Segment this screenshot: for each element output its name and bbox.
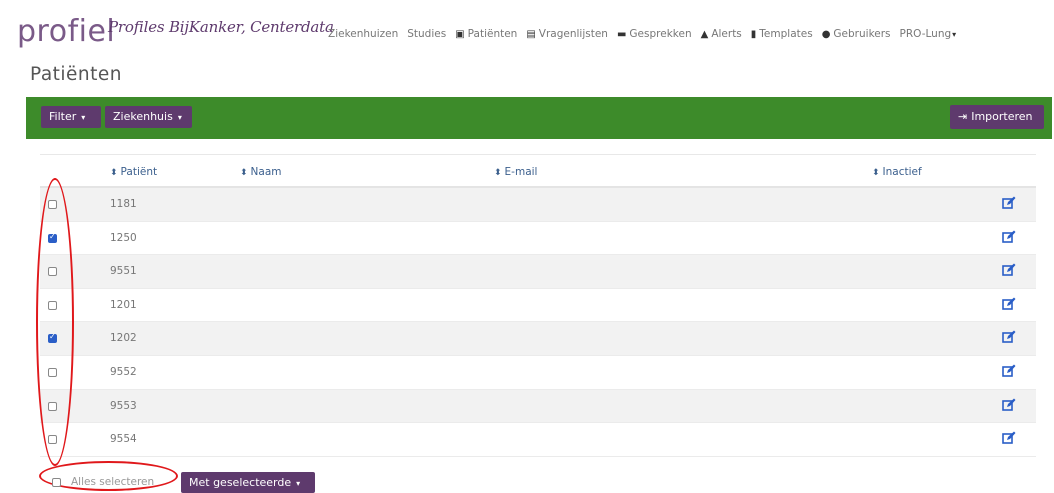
nav-label: Ziekenhuizen [328, 28, 399, 40]
user-icon: ● [821, 28, 831, 40]
row-checkbox[interactable] [48, 435, 57, 445]
table-row: 9551 [40, 255, 1036, 289]
column-label: Patiënt [120, 166, 158, 178]
table-row: 1202 [40, 322, 1036, 356]
table-row: 9553 [40, 389, 1036, 424]
patient-id: 9551 [110, 265, 137, 278]
main-nav: Ziekenhuizen Studies ▣ Patiënten ▤ Vragenl… [328, 28, 965, 40]
with-selected-dropdown[interactable]: Met geselecteerde ▾ [181, 472, 315, 493]
patient-id: 9554 [110, 433, 137, 446]
table-body: 1181 1250 9551 1201 1202 9552 9553 9554 [40, 188, 1036, 457]
nav-item-gesprekken[interactable]: ▬ Gesprekken [617, 28, 692, 40]
edit-icon[interactable] [1002, 230, 1016, 244]
table-row: 1181 [40, 188, 1036, 222]
nav-label: Studies [407, 28, 447, 40]
with-selected-label: Met geselecteerde [189, 476, 292, 489]
top-navigation: profiel Profiles BijKanker, Centerdata Z… [0, 0, 1054, 62]
select-all-checkbox[interactable]: Alles selecteren [52, 476, 154, 488]
row-checkbox[interactable] [48, 300, 57, 310]
select-all-label: Alles selecteren [71, 476, 155, 488]
hospital-dropdown[interactable]: Ziekenhuis ▾ [105, 106, 192, 128]
patient-icon: ▣ [455, 28, 465, 40]
logo-subtitle: Profiles BijKanker, Centerdata [108, 18, 334, 36]
table-row: 9552 [40, 356, 1036, 390]
column-label: Naam [250, 166, 282, 178]
row-checkbox[interactable] [48, 332, 57, 344]
page-title: Patiënten [30, 64, 123, 85]
row-checkbox[interactable] [48, 401, 57, 411]
edit-icon[interactable] [1002, 196, 1016, 210]
caret-down-icon: ▾ [177, 113, 182, 122]
nav-label: Vragenlijsten [538, 28, 608, 40]
caret-down-icon: ▾ [81, 113, 86, 122]
nav-item-project-menu[interactable]: PRO-Lung ▾ [900, 28, 957, 40]
nav-item-templates[interactable]: ▮ Templates [751, 28, 813, 40]
column-label: Inactief [882, 166, 922, 178]
sort-icon: ⬍ [494, 168, 502, 178]
nav-item-vragenlijsten[interactable]: ▤ Vragenlijsten [526, 28, 608, 40]
hospital-label: Ziekenhuis [113, 110, 173, 123]
nav-label: Patiënten [467, 28, 518, 40]
edit-icon[interactable] [1002, 364, 1016, 378]
row-checkbox[interactable] [48, 200, 57, 209]
nav-item-studies[interactable]: Studies [407, 28, 446, 40]
bell-icon: ▲ [700, 28, 709, 40]
sort-icon: ⬍ [872, 168, 880, 178]
row-checkbox[interactable] [48, 367, 57, 377]
nav-item-alerts[interactable]: ▲ Alerts [701, 28, 742, 40]
checkbox[interactable] [52, 477, 61, 487]
patient-id: 1250 [110, 231, 137, 244]
column-header-naam[interactable]: ⬍ Naam [240, 166, 282, 178]
table-row: 9554 [40, 423, 1036, 457]
nav-label: Gesprekken [629, 28, 692, 40]
logo[interactable]: profiel [17, 12, 115, 52]
patient-id: 1202 [110, 332, 137, 345]
nav-label: PRO-Lung [899, 28, 952, 40]
filter-label: Filter [49, 110, 77, 123]
row-checkbox[interactable] [48, 232, 57, 243]
column-header-patient[interactable]: ⬍ Patiënt [110, 166, 157, 178]
questionnaire-icon: ▤ [526, 28, 536, 40]
caret-down-icon: ▾ [296, 479, 301, 488]
nav-item-patienten[interactable]: ▣ Patiënten [455, 28, 517, 40]
nav-label: Templates [759, 28, 813, 40]
nav-item-ziekenhuizen[interactable]: Ziekenhuizen [328, 28, 398, 40]
column-label: E-mail [504, 166, 538, 178]
edit-icon[interactable] [1002, 297, 1016, 311]
patients-table: ⬍Patiënt ⬍Naam ⬍E-mail ⬍Inactief 1181 12… [40, 154, 1036, 457]
nav-label: Gebruikers [833, 28, 891, 40]
column-header-inactief[interactable]: ⬍ Inactief [872, 166, 922, 178]
import-button[interactable]: ⇥ Importeren [950, 105, 1044, 129]
edit-icon[interactable] [1002, 263, 1016, 277]
import-label: Importeren [971, 110, 1033, 123]
table-header: ⬍ Patiënt ⬍ Naam ⬍ E-mail ⬍ Inactief [40, 154, 1036, 188]
row-checkbox[interactable] [48, 267, 57, 277]
table-row: 1250 [40, 222, 1036, 256]
patient-id: 1181 [110, 198, 137, 210]
toolbar: Filter ▾ Ziekenhuis ▾ ⇥ Importeren [26, 97, 1052, 139]
patient-id: 9552 [110, 365, 137, 378]
edit-icon[interactable] [1002, 330, 1016, 344]
patient-id: 1201 [110, 298, 137, 311]
nav-label: Alerts [711, 28, 742, 40]
sort-icon: ⬍ [110, 168, 118, 178]
chat-icon: ▬ [616, 28, 627, 40]
patient-id: 9553 [110, 399, 137, 412]
filter-button[interactable]: Filter ▾ [41, 106, 101, 128]
nav-item-gebruikers[interactable]: ● Gebruikers [822, 28, 891, 40]
sort-icon: ⬍ [240, 168, 248, 178]
table-row: 1201 [40, 289, 1036, 323]
edit-icon[interactable] [1002, 431, 1016, 445]
edit-icon[interactable] [1002, 398, 1016, 412]
caret-down-icon: ▾ [952, 29, 957, 39]
import-icon: ⇥ [958, 110, 968, 123]
column-header-email[interactable]: ⬍ E-mail [494, 166, 537, 178]
template-icon: ▮ [750, 28, 757, 40]
